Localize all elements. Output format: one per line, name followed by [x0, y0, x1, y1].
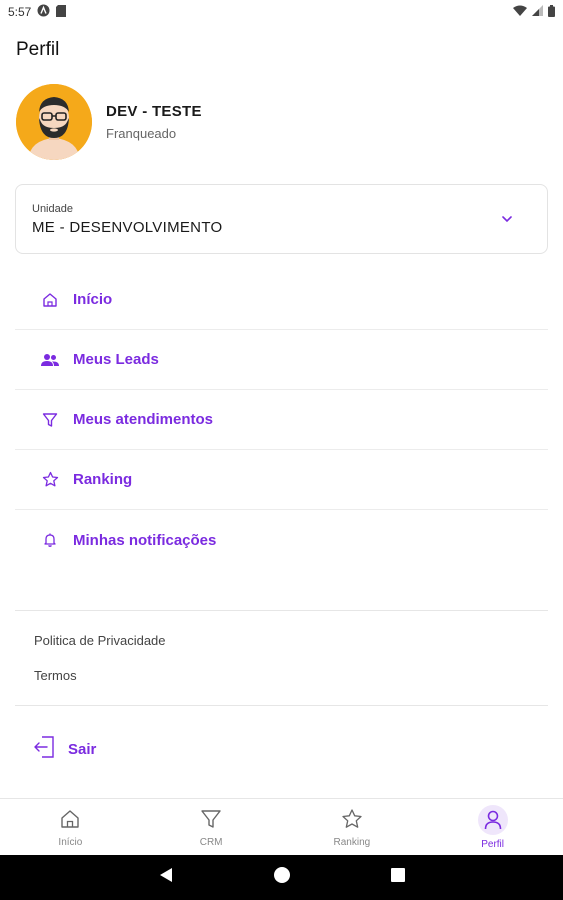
status-right — [513, 4, 555, 20]
system-nav-bar — [0, 855, 563, 900]
menu-item-ranking[interactable]: Ranking — [15, 450, 548, 510]
signal-icon — [532, 5, 543, 19]
logout-label: Sair — [68, 741, 97, 758]
tab-crm[interactable]: CRM — [141, 799, 282, 855]
home-circle-icon[interactable] — [273, 866, 291, 889]
menu-item-label: Meus Leads — [73, 351, 159, 368]
battery-icon — [548, 4, 555, 20]
menu-item-label: Meus atendimentos — [73, 411, 214, 428]
bottom-nav: Início CRM Ranking Perfil — [0, 798, 563, 855]
avatar — [16, 84, 92, 160]
profile-header: DEV - TESTE Franqueado — [16, 84, 202, 160]
profile-name: DEV - TESTE — [106, 103, 202, 120]
status-left: 5:57 — [8, 4, 67, 20]
menu-item-label: Ranking — [73, 471, 133, 488]
bell-icon — [41, 531, 59, 549]
star-icon — [41, 471, 59, 489]
status-bar: 5:57 — [0, 0, 563, 24]
tab-inicio[interactable]: Início — [0, 799, 141, 855]
sd-card-icon — [56, 4, 67, 20]
app-notification-icon — [37, 4, 50, 20]
home-icon — [41, 291, 59, 309]
tab-perfil[interactable]: Perfil — [422, 799, 563, 855]
page-title: Perfil — [16, 39, 60, 60]
menu-item-label: Início — [73, 291, 113, 308]
tab-ranking[interactable]: Ranking — [282, 799, 423, 855]
profile-text: DEV - TESTE Franqueado — [106, 103, 202, 141]
unit-label: Unidade — [32, 203, 73, 215]
privacy-policy-link[interactable]: Politica de Privacidade — [34, 633, 166, 648]
menu-list: Início Meus Leads Meus atendimentos Rank… — [15, 270, 548, 570]
screen: 5:57 Perfil DEV - TESTE Franqueado Unida… — [0, 0, 563, 900]
star-icon — [336, 805, 368, 833]
terms-link[interactable]: Termos — [34, 668, 77, 683]
menu-item-label: Minhas notificações — [73, 531, 217, 549]
filter-icon — [195, 805, 227, 833]
tab-label: Perfil — [481, 839, 505, 850]
app-bar: Perfil — [0, 24, 563, 76]
unit-select[interactable]: Unidade ME - DESENVOLVIMENTO — [15, 184, 548, 254]
home-icon — [54, 805, 86, 833]
filter-icon — [41, 411, 59, 429]
people-icon — [41, 351, 59, 369]
person-icon — [477, 805, 508, 835]
profile-role: Franqueado — [106, 126, 177, 141]
chevron-down-icon — [501, 212, 513, 224]
tab-label: Ranking — [333, 837, 371, 848]
unit-value: ME - DESENVOLVIMENTO — [32, 219, 223, 236]
recents-icon[interactable] — [390, 868, 405, 887]
back-icon[interactable] — [159, 867, 173, 888]
tab-label: Início — [58, 837, 83, 848]
divider — [15, 610, 548, 611]
logout-button[interactable]: Sair — [34, 736, 96, 763]
status-time: 5:57 — [8, 5, 32, 19]
menu-item-meus-leads[interactable]: Meus Leads — [15, 330, 548, 390]
logout-icon — [34, 736, 54, 763]
menu-item-minhas-notificacoes[interactable]: Minhas notificações — [15, 510, 548, 570]
divider — [15, 705, 548, 706]
wifi-icon — [513, 5, 527, 19]
menu-item-inicio[interactable]: Início — [15, 270, 548, 330]
menu-item-meus-atendimentos[interactable]: Meus atendimentos — [15, 390, 548, 450]
tab-label: CRM — [199, 837, 223, 848]
